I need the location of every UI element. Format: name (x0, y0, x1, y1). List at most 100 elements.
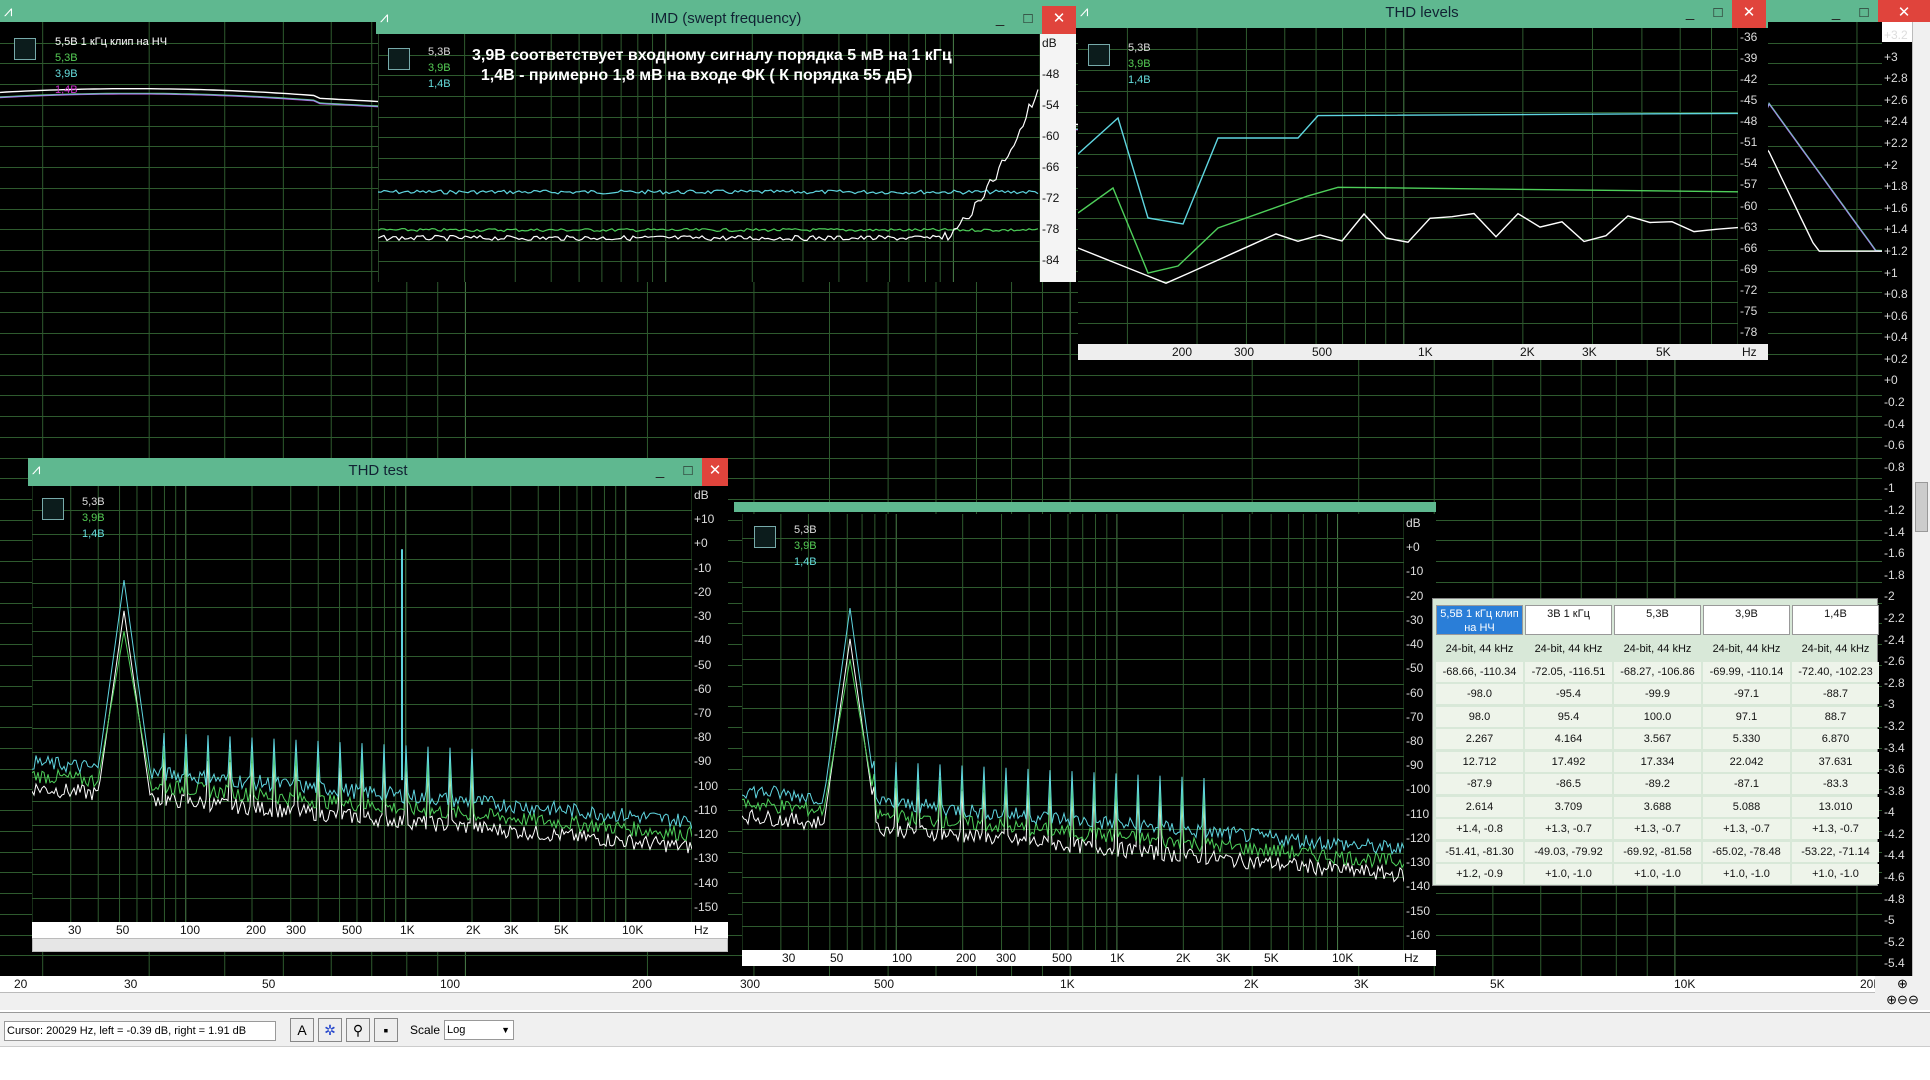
x-tick-label: 300 (996, 951, 1017, 965)
minimize-icon[interactable]: _ (1676, 0, 1704, 28)
maximize-icon[interactable]: □ (674, 458, 702, 486)
y-tick-label: +3.2 (1884, 28, 1908, 42)
y-tick-label: -72 (1740, 282, 1758, 297)
thd-test-plot[interactable]: 5,3В 3,9В 1,4В (32, 486, 692, 922)
close-icon[interactable]: ✕ (1732, 0, 1766, 28)
legend-grid-icon[interactable] (42, 498, 64, 520)
y-tick-label: -110 (694, 802, 718, 817)
y-tick-label: +0.6 (1884, 308, 1908, 323)
table-header[interactable]: 5,5В 1 кГц клип на НЧ (1436, 605, 1523, 635)
y-tick-label: -51 (1740, 135, 1758, 150)
table-cell: -69.99, -110.14 (1703, 661, 1790, 682)
y-tick-label: -66 (1042, 160, 1060, 174)
x-tick-label: 100 (892, 951, 913, 965)
table-cell: -98.0 (1436, 684, 1523, 704)
y-tick-label: -4.8 (1884, 891, 1905, 906)
table-cell: -99.9 (1614, 684, 1701, 704)
y-tick-label: +0 (1406, 540, 1420, 555)
y-tick-label: -140 (694, 875, 719, 890)
legend-item: 5,3В (1128, 42, 1151, 54)
main-x-axis: 2030501002003005001K2K3K5K10K20KHz (0, 976, 1912, 992)
table-cell: 4.164 (1525, 729, 1612, 749)
table-cell: -83.3 (1792, 774, 1879, 794)
minimize-icon[interactable]: _ (646, 458, 674, 486)
y-tick-label: +0 (1884, 373, 1898, 388)
table-header[interactable]: 3,9В (1703, 605, 1790, 635)
y-tick-label: -0.4 (1884, 416, 1905, 431)
x-tick-label: 100 (180, 923, 201, 937)
vertical-scrollbar[interactable] (1912, 22, 1930, 992)
x-tick-label: 3K (1582, 345, 1597, 359)
table-cell: +1.0, -1.0 (1525, 864, 1612, 884)
y-tick-label: -70 (694, 706, 712, 720)
close-icon[interactable]: ✕ (1042, 6, 1076, 34)
maximize-icon[interactable]: □ (1850, 0, 1878, 22)
y-tick-label: -4.2 (1884, 826, 1905, 841)
spectrum-trace (742, 638, 1404, 883)
horizontal-scrollbar[interactable] (0, 992, 1875, 1010)
thd-test-scrollbar[interactable] (32, 938, 728, 952)
table-header[interactable]: 5,3В (1614, 605, 1701, 635)
x-tick-label: 5K (1264, 951, 1279, 965)
legend-grid-icon[interactable] (1088, 44, 1110, 66)
y-tick-label: +2.4 (1884, 114, 1908, 129)
y-tick-label: -2.4 (1884, 632, 1905, 647)
y-tick-label: -20 (1406, 588, 1424, 603)
y-tick-label: -2.8 (1884, 675, 1905, 690)
minimize-icon[interactable]: _ (986, 6, 1014, 34)
legend-grid-icon[interactable] (14, 38, 36, 60)
y-tick-label: -54 (1042, 98, 1060, 112)
spectrum-legend: 5,3В 3,9В 1,4В (794, 522, 817, 570)
maximize-icon[interactable]: □ (1704, 0, 1732, 28)
x-tick-label: 30 (782, 951, 796, 965)
legend-item: 5,3В (55, 52, 78, 64)
zoom-controls[interactable]: ⊕ ⊕⊖⊖ (1875, 976, 1930, 1010)
y-tick-label: dB (1406, 516, 1421, 530)
y-tick-label: -72 (1042, 191, 1060, 205)
thd-levels-titlebar: ⩘ THD levels _ □ ✕ (1076, 0, 1768, 28)
y-tick-label: -5.4 (1884, 956, 1905, 971)
y-tick-label: +2.8 (1884, 71, 1908, 86)
x-tick-label: Hz (1404, 951, 1419, 965)
y-tick-label: -3.6 (1884, 762, 1905, 777)
spectrum-plot[interactable]: 5,3В 3,9В 1,4В (742, 514, 1404, 950)
text-tool-button[interactable]: A (290, 1018, 314, 1042)
legend-grid-icon[interactable] (388, 48, 410, 70)
y-tick-label: -54 (1740, 156, 1758, 171)
scale-select[interactable]: Log ▼ (444, 1020, 514, 1040)
y-tick-label: -0.2 (1884, 395, 1905, 410)
legend-grid-icon[interactable] (754, 526, 776, 548)
main-legend: 5,5В 1 кГц клип на НЧ 5,3В 3,9В 1,4В (55, 34, 167, 98)
save-button[interactable]: ▪ (374, 1018, 398, 1042)
thd-level-white (1078, 212, 1738, 284)
legend-item: 3,9В (428, 62, 451, 74)
maximize-icon[interactable]: □ (1014, 6, 1042, 34)
table-cell: -87.1 (1703, 774, 1790, 794)
thd-levels-plot[interactable]: 5,3В 3,9В 1,4В (1078, 28, 1738, 344)
close-icon[interactable]: ✕ (702, 458, 728, 486)
close-icon[interactable]: ✕ (1878, 0, 1930, 22)
zoom-tool-button[interactable]: ⚲ (346, 1018, 370, 1042)
x-tick-label: 500 (874, 977, 895, 991)
thd-level-cyan (1078, 112, 1738, 225)
table-header[interactable]: 3В 1 кГц (1525, 605, 1612, 635)
table-header[interactable]: 1,4В (1792, 605, 1879, 635)
table-cell: +1.2, -0.9 (1436, 864, 1523, 884)
y-tick-label: -150 (1406, 903, 1431, 918)
y-tick-label: +0.4 (1884, 330, 1908, 345)
imd-plot[interactable]: 5,3В 3,9В 1,4В 3,9В соответствует входно… (378, 34, 1040, 282)
table-cell: 3.709 (1525, 796, 1612, 817)
y-tick-label: -100 (694, 778, 719, 793)
settings-tool-button[interactable]: ✲ (318, 1018, 342, 1042)
y-tick-label: -45 (1740, 93, 1758, 108)
y-tick-label: -80 (694, 730, 712, 745)
table-cell: 5.330 (1703, 729, 1790, 749)
minimize-icon[interactable]: _ (1822, 0, 1850, 22)
table-cell: +1.3, -0.7 (1614, 819, 1701, 839)
table-cell: 3.688 (1614, 796, 1701, 817)
thd-levels-title: THD levels (1385, 4, 1459, 21)
x-tick-label: 50 (830, 951, 844, 965)
y-tick-label: -110 (1406, 806, 1430, 821)
scroll-thumb[interactable] (1915, 482, 1928, 532)
thd-levels-legend: 5,3В 3,9В 1,4В (1128, 40, 1151, 88)
